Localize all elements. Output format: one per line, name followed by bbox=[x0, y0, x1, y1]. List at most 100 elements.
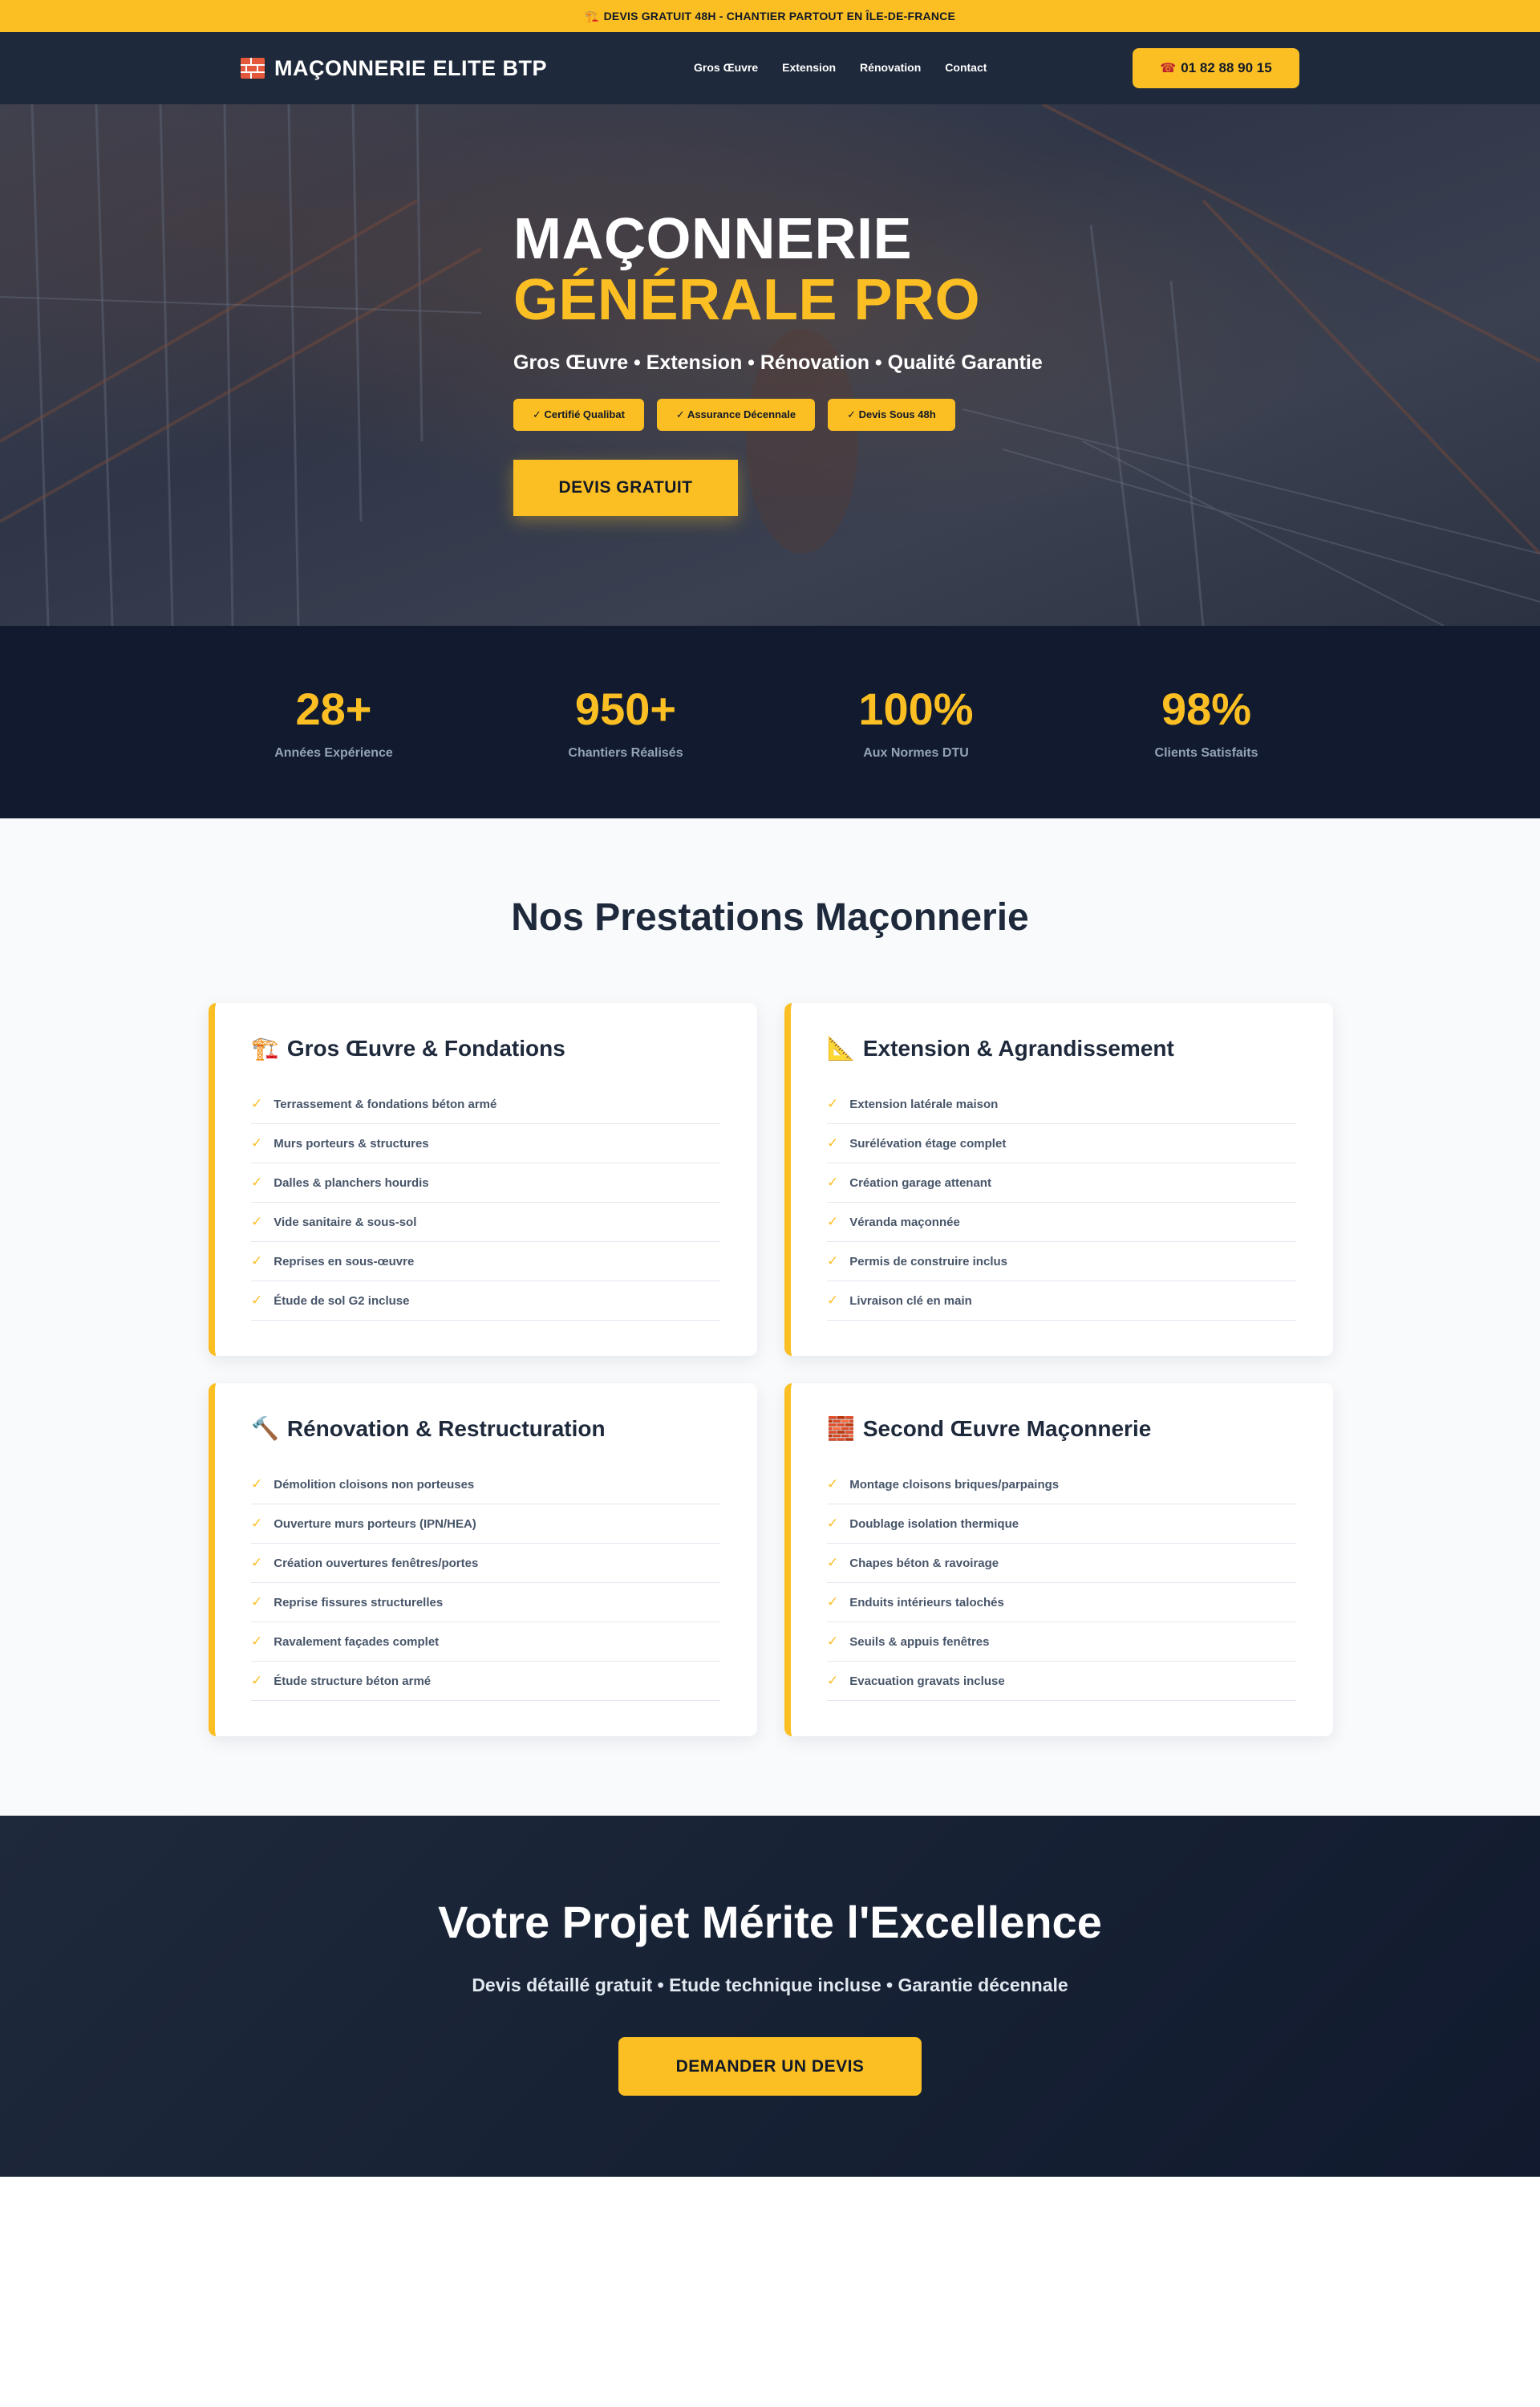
check-icon: ✓ bbox=[251, 1253, 263, 1268]
nav-links: Gros Œuvre Extension Rénovation Contact bbox=[694, 61, 987, 74]
service-card-extension: 📐 Extension & Agrandissement ✓ Extension … bbox=[784, 1003, 1333, 1356]
list-item: ✓ Vide sanitaire & sous-sol bbox=[251, 1203, 720, 1242]
list-item: ✓ Reprises en sous-œuvre bbox=[251, 1242, 720, 1281]
check-icon: ✓ bbox=[251, 1634, 263, 1649]
list-item-text: Terrassement & fondations béton armé bbox=[274, 1097, 497, 1111]
list-item-text: Création garage attenant bbox=[849, 1175, 991, 1190]
hero-title-line2: GÉNÉRALE PRO bbox=[513, 268, 981, 332]
stat-value: 100% bbox=[858, 684, 974, 734]
hammer-icon: 🔨 bbox=[251, 1416, 279, 1441]
check-icon: ✓ bbox=[827, 1673, 839, 1688]
cta-section: Votre Projet Mérite l'Excellence Devis d… bbox=[0, 1816, 1540, 2177]
list-item: ✓ Création ouvertures fenêtres/portes bbox=[251, 1544, 720, 1583]
list-item-text: Surélévation étage complet bbox=[849, 1136, 1007, 1151]
hero-section: MAÇONNERIE GÉNÉRALE PRO Gros Œuvre • Ext… bbox=[0, 104, 1540, 626]
brick-icon bbox=[241, 58, 265, 79]
top-banner: 🏗️ DEVIS GRATUIT 48H - CHANTIER PARTOUT … bbox=[0, 0, 1540, 32]
card-title-text: Second Œuvre Maçonnerie bbox=[862, 1415, 1152, 1441]
check-icon: ✓ bbox=[251, 1293, 263, 1308]
badge-devis-48h: ✓ Devis Sous 48h bbox=[828, 399, 955, 431]
badge-assurance: ✓ Assurance Décennale bbox=[656, 399, 816, 431]
service-card-gros-oeuvre: 🏗️ Gros Œuvre & Fondations ✓ Terrassement… bbox=[209, 1003, 757, 1356]
check-icon: ✓ bbox=[827, 1516, 839, 1531]
top-banner-text: DEVIS GRATUIT 48H - CHANTIER PARTOUT EN … bbox=[603, 10, 956, 22]
list-item: ✓ Création garage attenant bbox=[827, 1163, 1296, 1203]
list-item-text: Étude structure béton armé bbox=[274, 1674, 432, 1688]
check-icon: ✓ bbox=[827, 1135, 839, 1151]
cta-subtitle: Devis détaillé gratuit • Etude technique… bbox=[472, 1975, 1068, 1995]
crane-icon: 🏗️ bbox=[584, 9, 599, 22]
list-item-text: Reprises en sous-œuvre bbox=[274, 1254, 415, 1268]
cta-title: Votre Projet Mérite l'Excellence bbox=[438, 1897, 1102, 1947]
list-item-text: Vide sanitaire & sous-sol bbox=[274, 1215, 417, 1229]
list-item: ✓ Enduits intérieurs talochés bbox=[827, 1583, 1296, 1622]
stat-experience: 28+ Années Expérience bbox=[213, 684, 454, 761]
stat-chantiers: 950+ Chantiers Réalisés bbox=[505, 684, 746, 761]
check-icon: ✓ bbox=[251, 1135, 263, 1151]
request-quote-button[interactable]: DEMANDER UN DEVIS bbox=[618, 2037, 922, 2096]
services-section: Nos Prestations Maçonnerie 🏗️ Gros Œuvre… bbox=[0, 818, 1540, 1816]
check-icon: ✓ bbox=[251, 1476, 263, 1492]
list-item-text: Seuils & appuis fenêtres bbox=[849, 1634, 990, 1649]
card-list: ✓ Démolition cloisons non porteuses ✓ Ouve… bbox=[251, 1465, 720, 1701]
card-list: ✓ Extension latérale maison ✓ Surélévation… bbox=[827, 1085, 1296, 1321]
nav-link-extension[interactable]: Extension bbox=[782, 61, 836, 74]
nav-link-gros-oeuvre[interactable]: Gros Œuvre bbox=[694, 61, 758, 74]
hero-content: MAÇONNERIE GÉNÉRALE PRO Gros Œuvre • Ext… bbox=[513, 209, 1235, 516]
list-item: ✓ Surélévation étage complet bbox=[827, 1124, 1296, 1163]
list-item-text: Chapes béton & ravoirage bbox=[849, 1556, 999, 1570]
list-item-text: Montage cloisons briques/parpaings bbox=[849, 1477, 1060, 1492]
list-item-text: Livraison clé en main bbox=[849, 1293, 972, 1308]
service-card-renovation: 🔨 Rénovation & Restructuration ✓ Démoliti… bbox=[209, 1383, 757, 1736]
check-icon: ✓ bbox=[827, 1634, 839, 1649]
list-item-text: Véranda maçonnée bbox=[849, 1215, 960, 1229]
list-item-text: Dalles & planchers hourdis bbox=[274, 1175, 429, 1190]
list-item-text: Étude de sol G2 incluse bbox=[274, 1293, 410, 1308]
list-item: ✓ Extension latérale maison bbox=[827, 1085, 1296, 1124]
phone-button[interactable]: ☎ 01 82 88 90 15 bbox=[1133, 48, 1299, 88]
list-item-text: Extension latérale maison bbox=[849, 1097, 999, 1111]
list-item: ✓ Ravalement façades complet bbox=[251, 1622, 720, 1662]
stat-label: Aux Normes DTU bbox=[863, 746, 969, 760]
card-list: ✓ Terrassement & fondations béton armé ✓ M… bbox=[251, 1085, 720, 1321]
list-item-text: Enduits intérieurs talochés bbox=[849, 1595, 1004, 1609]
card-title: 📐 Extension & Agrandissement bbox=[827, 1035, 1174, 1061]
check-icon: ✓ bbox=[827, 1175, 839, 1190]
list-item: ✓ Reprise fissures structurelles bbox=[251, 1583, 720, 1622]
check-icon: ✓ bbox=[827, 1214, 839, 1229]
brand-logo[interactable]: MAÇONNERIE ELITE BTP bbox=[241, 53, 547, 83]
list-item: ✓ Doublage isolation thermique bbox=[827, 1504, 1296, 1544]
check-icon: ✓ bbox=[827, 1476, 839, 1492]
list-item: ✓ Evacuation gravats incluse bbox=[827, 1662, 1296, 1701]
phone-number: 01 82 88 90 15 bbox=[1181, 60, 1272, 75]
check-icon: ✓ bbox=[251, 1214, 263, 1229]
stat-normes: 100% Aux Normes DTU bbox=[796, 684, 1036, 761]
check-icon: ✓ bbox=[251, 1673, 263, 1688]
list-item-text: Doublage isolation thermique bbox=[849, 1516, 1019, 1531]
hero-subtitle: Gros Œuvre • Extension • Rénovation • Qu… bbox=[513, 351, 1043, 374]
list-item: ✓ Permis de construire inclus bbox=[827, 1242, 1296, 1281]
hero-cta-button[interactable]: DEVIS GRATUIT bbox=[513, 460, 738, 516]
check-icon: ✓ bbox=[827, 1096, 839, 1111]
service-card-second-oeuvre: 🧱 Second Œuvre Maçonnerie ✓ Montage clois… bbox=[784, 1383, 1333, 1736]
stat-label: Années Expérience bbox=[274, 746, 393, 760]
check-icon: ✓ bbox=[827, 1594, 839, 1609]
nav-link-contact[interactable]: Contact bbox=[945, 61, 987, 74]
check-icon: ✓ bbox=[251, 1555, 263, 1570]
list-item: ✓ Ouverture murs porteurs (IPN/HEA) bbox=[251, 1504, 720, 1544]
list-item-text: Murs porteurs & structures bbox=[274, 1136, 429, 1151]
nav-link-renovation[interactable]: Rénovation bbox=[860, 61, 921, 74]
check-icon: ✓ bbox=[827, 1555, 839, 1570]
hero-badges: ✓ Certifié Qualibat ✓ Assurance Décennal… bbox=[513, 399, 1235, 431]
brand-name: MAÇONNERIE ELITE BTP bbox=[274, 55, 548, 80]
check-icon: ✓ bbox=[251, 1175, 263, 1190]
list-item-text: Démolition cloisons non porteuses bbox=[274, 1477, 475, 1492]
list-item: ✓ Étude de sol G2 incluse bbox=[251, 1281, 720, 1321]
stat-label: Chantiers Réalisés bbox=[568, 746, 683, 760]
stats-section: 28+ Années Expérience 950+ Chantiers Réa… bbox=[0, 626, 1540, 818]
list-item: ✓ Murs porteurs & structures bbox=[251, 1124, 720, 1163]
crane-icon: 🏗️ bbox=[251, 1036, 279, 1061]
list-item: ✓ Démolition cloisons non porteuses bbox=[251, 1465, 720, 1504]
phone-icon: ☎ bbox=[1160, 62, 1177, 75]
list-item-text: Ravalement façades complet bbox=[274, 1634, 440, 1649]
